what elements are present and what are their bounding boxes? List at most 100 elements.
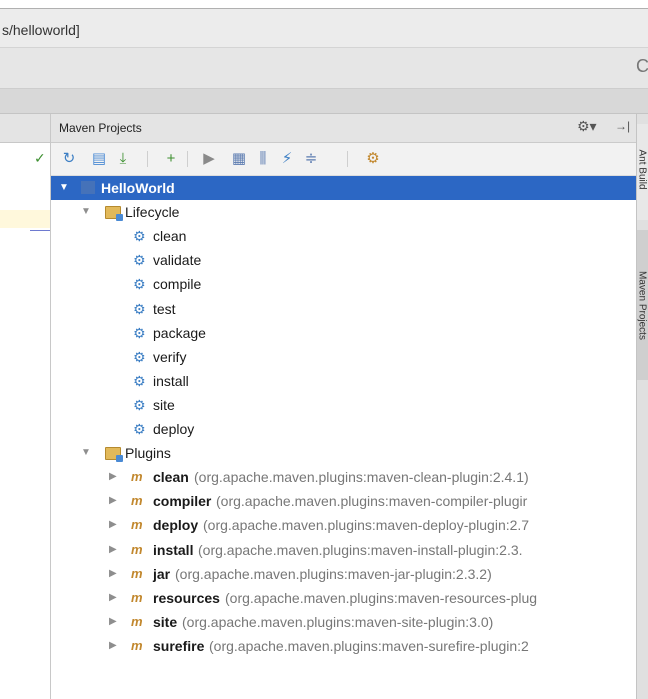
plugin-coordinates: (org.apache.maven.plugins:maven-clean-pl… <box>194 469 529 486</box>
tree-node-phase-compile[interactable]: ⚙ compile <box>51 272 636 296</box>
tree-node-plugin-install[interactable]: ▶ m install (org.apache.maven.plugins:maven… <box>51 538 636 562</box>
tree-node-project[interactable]: ▼ HelloWorld <box>51 176 636 200</box>
panel-header: Maven Projects ⚙▾ →| <box>51 114 636 143</box>
hide-panel-icon[interactable]: →| <box>615 119 630 133</box>
settings-button[interactable]: ⚙ <box>363 149 383 169</box>
plugins-label: Plugins <box>125 445 171 462</box>
expand-arrow-icon[interactable]: ▼ <box>81 441 91 465</box>
tree-node-plugin-site[interactable]: ▶ m site (org.apache.maven.plugins:maven-si… <box>51 610 636 634</box>
ant-build-tab-label: Ant Build <box>636 149 648 190</box>
lightning-icon: ⚡ <box>281 150 293 167</box>
collapse-arrow-icon[interactable]: ▶ <box>109 562 117 586</box>
phase-label: verify <box>153 348 187 365</box>
collapse-all-button[interactable]: ≑ <box>301 149 321 169</box>
plugin-icon: m <box>131 541 143 557</box>
toggle-offline-button[interactable]: ⫼ <box>253 149 273 169</box>
maven-projects-tab[interactable]: Maven Projects <box>637 230 648 380</box>
plugin-name: deploy <box>153 517 199 534</box>
maven-goal-icon: ▦ <box>231 150 247 167</box>
expand-arrow-icon[interactable]: ▼ <box>81 200 91 224</box>
tree-node-plugin-deploy[interactable]: ▶ m deploy (org.apache.maven.plugins:maven-… <box>51 513 636 537</box>
collapse-arrow-icon[interactable]: ▶ <box>109 465 117 489</box>
download-sources-button[interactable]: ⤓ <box>113 149 133 169</box>
generate-sources-button[interactable]: ▤ <box>89 149 109 169</box>
plugin-coordinates: (org.apache.maven.plugins:maven-compiler… <box>216 493 528 510</box>
lifecycle-label: Lifecycle <box>125 204 180 221</box>
run-build-button[interactable]: ▶ <box>199 149 219 169</box>
toolbar-separator <box>147 151 148 167</box>
plugin-coordinates: (org.apache.maven.plugins:maven-resource… <box>225 589 538 606</box>
gear-icon: ⚙ <box>133 300 146 317</box>
plugin-name: compiler <box>153 493 212 510</box>
maven-projects-tab-label: Maven Projects <box>636 271 648 340</box>
plugin-icon: m <box>131 565 143 581</box>
collapse-arrow-icon[interactable]: ▶ <box>109 586 117 610</box>
phase-label: validate <box>153 252 202 269</box>
collapse-arrow-icon[interactable]: ▶ <box>109 538 117 562</box>
plugin-name: install <box>153 541 194 558</box>
right-tool-stripe: Ant Build Maven Projects <box>636 114 648 699</box>
collapse-arrow-icon[interactable]: ▶ <box>109 610 117 634</box>
tree-node-plugin-jar[interactable]: ▶ m jar (org.apache.maven.plugins:maven-jar… <box>51 562 636 586</box>
tree-node-plugins[interactable]: ▼ Plugins <box>51 441 636 465</box>
gear-icon: ⚙ <box>133 276 146 293</box>
tree-node-plugin-resources[interactable]: ▶ m resources (org.apache.maven.plugins:mav… <box>51 586 636 610</box>
tree-node-phase-test[interactable]: ⚙ test <box>51 297 636 321</box>
plugin-icon: m <box>131 469 143 485</box>
execute-goal-button[interactable]: ▦ <box>229 149 249 169</box>
tab-strip <box>0 89 648 114</box>
plugin-icon: m <box>131 613 143 629</box>
collapse-arrow-icon[interactable]: ▶ <box>109 489 117 513</box>
tree-node-plugin-compiler[interactable]: ▶ m compiler (org.apache.maven.plugins:mave… <box>51 489 636 513</box>
skip-tests-button[interactable]: ⚡ <box>277 149 297 169</box>
project-label: HelloWorld <box>101 180 175 196</box>
gear-icon: ⚙ <box>133 421 146 437</box>
editor-area[interactable]: ✓ <box>0 114 51 699</box>
offline-icon: ⫼ <box>259 150 267 167</box>
gear-icon[interactable]: ⚙▾ <box>577 118 597 135</box>
collapse-arrow-icon[interactable]: ▶ <box>109 513 117 537</box>
plugin-coordinates: (org.apache.maven.plugins:maven-jar-plug… <box>175 565 492 582</box>
gear-icon: ⚙ <box>133 372 146 389</box>
collapse-arrow-icon[interactable]: ▶ <box>109 634 117 658</box>
plugin-name: site <box>153 613 178 630</box>
expand-arrow-icon[interactable]: ▼ <box>59 176 69 200</box>
panel-toolbar: ↻ ▤ ⤓ + ▶ ▦ ⫼ ⚡ ≑ ⚙ <box>51 143 636 176</box>
phase-label: test <box>153 300 176 317</box>
plugin-coordinates: (org.apache.maven.plugins:maven-deploy-p… <box>203 517 530 534</box>
panel-title: Maven Projects <box>59 121 142 135</box>
reimport-button[interactable]: ↻ <box>59 149 79 169</box>
add-project-button[interactable]: + <box>161 149 181 169</box>
download-icon: ⤓ <box>119 150 127 167</box>
project-tree: ▼ HelloWorld ▼ Lifecycle ⚙ clean ⚙ validate ⚙ com… <box>51 176 636 699</box>
ide-window: s/helloworld] C ✓ Maven Projects ⚙▾ →| ↻… <box>0 8 648 699</box>
plugin-name: clean <box>153 469 189 486</box>
plugin-coordinates: (org.apache.maven.plugins:maven-site-plu… <box>182 613 494 630</box>
window-title: s/helloworld] <box>2 22 80 38</box>
toolbar-partial-icon[interactable]: C <box>636 56 648 77</box>
folder-refresh-icon: ▤ <box>91 150 107 167</box>
phase-label: site <box>153 396 175 413</box>
tree-node-phase-deploy[interactable]: ⚙ deploy <box>51 417 636 441</box>
main-toolbar: C <box>0 48 648 89</box>
toolbar-separator <box>187 151 188 167</box>
tree-node-plugin-clean[interactable]: ▶ m clean (org.apache.maven.plugins:maven-c… <box>51 465 636 489</box>
phase-label: package <box>153 324 206 341</box>
editor-header <box>0 114 50 143</box>
tree-node-lifecycle[interactable]: ▼ Lifecycle <box>51 200 636 224</box>
tree-node-phase-validate[interactable]: ⚙ validate <box>51 248 636 272</box>
refresh-icon: ↻ <box>62 150 76 167</box>
gear-icon: ⚙ <box>133 396 146 413</box>
tree-node-phase-verify[interactable]: ⚙ verify <box>51 345 636 369</box>
tree-node-phase-clean[interactable]: ⚙ clean <box>51 224 636 248</box>
ant-build-tab[interactable]: Ant Build <box>637 124 648 220</box>
tree-node-phase-site[interactable]: ⚙ site <box>51 393 636 417</box>
plugin-icon: m <box>131 637 143 653</box>
tree-node-phase-package[interactable]: ⚙ package <box>51 321 636 345</box>
check-icon: ✓ <box>34 150 46 166</box>
plugin-coordinates: (org.apache.maven.plugins:maven-surefire… <box>209 637 529 654</box>
tree-node-phase-install[interactable]: ⚙ install <box>51 369 636 393</box>
plus-icon: + <box>166 150 176 167</box>
tree-node-plugin-surefire[interactable]: ▶ m surefire (org.apache.maven.plugins:mave… <box>51 634 636 658</box>
maven-projects-panel: Maven Projects ⚙▾ →| ↻ ▤ ⤓ + ▶ ▦ ⫼ ⚡ ≑ ⚙ ▼ HelloWo… <box>51 114 636 699</box>
